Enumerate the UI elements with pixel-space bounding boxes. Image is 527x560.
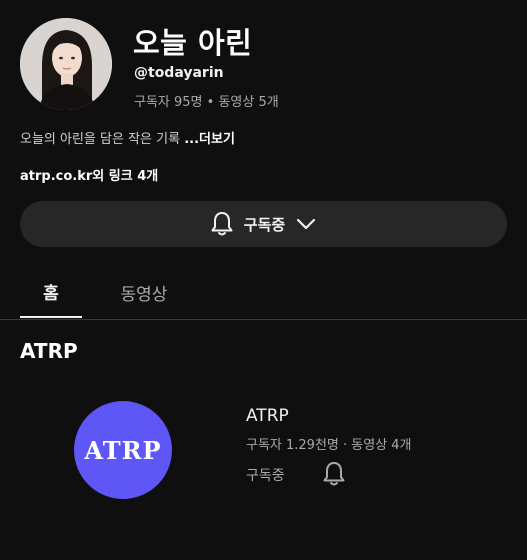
featured-channel-name[interactable]: ATRP <box>246 406 289 426</box>
bell-icon <box>211 212 233 236</box>
channel-handle: @todayarin <box>134 65 224 81</box>
avatar-image <box>20 18 112 110</box>
channel-description[interactable]: 오늘의 아린을 담은 작은 기록 ...더보기 <box>20 128 235 147</box>
bell-icon[interactable] <box>321 460 347 488</box>
tab-home[interactable]: 홈 <box>20 266 82 318</box>
chevron-down-icon <box>297 218 316 230</box>
channel-tabs: 홈 동영상 <box>0 266 527 320</box>
channel-title: 오늘 아린 <box>133 26 253 60</box>
channel-stats: 구독자 95명 • 동영상 5개 <box>134 95 279 110</box>
featured-channel-logo: ATRP <box>84 435 162 465</box>
subscribe-label: 구독중 <box>243 215 286 234</box>
featured-channel-stats: 구독자 1.29천명 · 동영상 4개 <box>246 438 412 453</box>
subscribe-button[interactable]: 구독중 <box>20 201 507 247</box>
channel-links[interactable]: atrp.co.kr외 링크 4개 <box>20 165 158 184</box>
more-link[interactable]: ...더보기 <box>184 132 235 147</box>
section-title: ATRP <box>20 339 78 363</box>
description-text: 오늘의 아린을 담은 작은 기록 <box>20 132 181 147</box>
channel-avatar[interactable] <box>20 18 112 110</box>
featured-channel-avatar[interactable]: ATRP <box>74 401 172 499</box>
featured-channel-subscribe-button[interactable]: 구독중 <box>246 465 285 485</box>
tab-videos[interactable]: 동영상 <box>108 266 180 318</box>
